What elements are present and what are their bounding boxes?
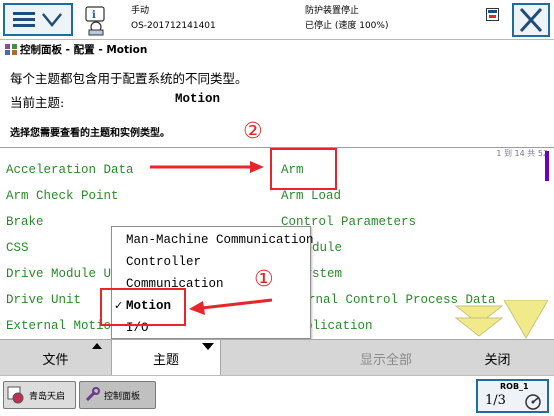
chevron-down-icon [202, 343, 214, 350]
show-all-label: 显示全部 [359, 352, 412, 368]
quickset-button[interactable]: ROB_1 1/3 [476, 379, 549, 413]
program-icon [7, 386, 24, 404]
speed-dial-icon [525, 394, 541, 410]
task-label-qingdao: 青岛天启 [29, 391, 66, 402]
arrow-to-arm [150, 161, 264, 173]
file-label: 文件 [42, 352, 69, 368]
task-label-control-panel: 控制面板 [104, 391, 141, 402]
task-fraction: 1/3 [485, 393, 506, 408]
file-menu-button[interactable]: 文件 [0, 340, 111, 376]
task-qingdao-tianqi[interactable]: 青岛天启 [3, 381, 76, 409]
taskbar: 青岛天启 控制面板 ROB_1 1/3 [0, 375, 554, 416]
task-control-panel[interactable]: 控制面板 [79, 381, 156, 409]
topic-label: 主题 [152, 352, 179, 368]
close-button[interactable]: 关闭 [441, 340, 554, 376]
chevron-up-icon [92, 343, 102, 349]
bottom-toolbar: 文件 主题 显示全部 关闭 [0, 339, 554, 376]
show-all-button[interactable]: 显示全部 [331, 340, 441, 376]
close-label: 关闭 [484, 352, 511, 368]
topic-menu-button[interactable]: 主题 [111, 340, 221, 376]
wrench-icon [85, 387, 100, 402]
arrow-to-motion [189, 298, 273, 315]
robot-name: ROB_1 [500, 382, 529, 391]
